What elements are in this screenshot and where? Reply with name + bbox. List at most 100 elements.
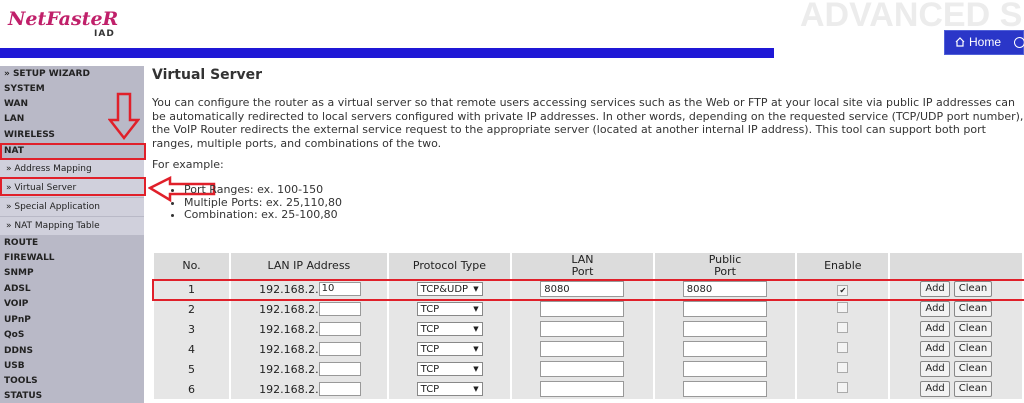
sidebar-item-upnp[interactable]: UPnP — [0, 315, 144, 325]
ip-prefix: 192.168.2. — [259, 382, 319, 396]
sidebar-item-status[interactable]: STATUS — [0, 391, 144, 401]
col-public-port-header: Public Port — [653, 253, 798, 279]
sidebar-item-ddns[interactable]: DDNS — [0, 346, 144, 356]
sidebar-item-usb[interactable]: USB — [0, 361, 144, 371]
col-no-header: No. — [154, 253, 232, 279]
protocol-select[interactable]: TCP ▼ — [416, 322, 483, 337]
protocol-select[interactable]: TCP ▼ — [416, 302, 483, 317]
logo: NetFasteR IAD — [8, 6, 148, 40]
lan-port-input[interactable] — [540, 381, 625, 397]
sidebar-item-route[interactable]: ROUTE — [0, 238, 144, 248]
sidebar-item-tools[interactable]: TOOLS — [0, 376, 144, 386]
enable-checkbox[interactable] — [837, 322, 849, 333]
sidebar-item-adsl[interactable]: ADSL — [0, 284, 144, 294]
ip-suffix-input[interactable] — [318, 382, 361, 396]
sidebar-item-voip[interactable]: VOIP — [0, 299, 144, 309]
dropdown-arrow-icon: ▼ — [473, 305, 479, 314]
table-header-row: No. LAN IP Address Protocol Type LAN Port… — [154, 253, 1024, 279]
row-number: 2 — [154, 299, 232, 319]
enable-checkbox[interactable] — [837, 342, 849, 353]
row-number: 3 — [154, 319, 232, 339]
public-port-input[interactable] — [682, 381, 767, 397]
protocol-select-value: TCP — [420, 363, 440, 375]
sidebar-item-nat-mapping-table[interactable]: » NAT Mapping Table — [0, 217, 144, 235]
public-port-input[interactable] — [682, 341, 767, 357]
table-row: 5 192.168.2. TCP ▼ Add Clean — [154, 359, 1024, 379]
protocol-select[interactable]: TCP ▼ — [416, 342, 483, 357]
row-1-highlight-box — [152, 279, 1024, 301]
logo-main-text: NetFasteR — [8, 8, 119, 30]
header: NetFasteR IAD ADVANCED SE Home — [0, 0, 1024, 60]
dropdown-arrow-icon: ▼ — [473, 365, 479, 374]
virtual-server-highlight-box — [0, 177, 146, 196]
add-button[interactable]: Add — [920, 381, 950, 397]
lan-port-input[interactable] — [540, 361, 625, 377]
sidebar-item-special-application[interactable]: » Special Application — [0, 198, 144, 216]
table-row: 3 192.168.2. TCP ▼ Add Clean — [154, 319, 1024, 339]
col-ip-header: LAN IP Address — [230, 253, 389, 279]
public-port-input[interactable] — [682, 321, 767, 337]
sidebar-item-qos[interactable]: QoS — [0, 330, 144, 340]
row-number: 5 — [154, 359, 232, 379]
lan-port-input[interactable] — [540, 341, 625, 357]
home-label: Home — [969, 35, 1002, 49]
logo-sub-text: IAD — [94, 29, 115, 39]
table-row: 4 192.168.2. TCP ▼ Add Clean — [154, 339, 1024, 359]
public-port-input[interactable] — [682, 301, 767, 317]
ip-suffix-input[interactable] — [318, 342, 361, 356]
gear-icon[interactable] — [1014, 37, 1024, 48]
dropdown-arrow-icon: ▼ — [473, 385, 479, 394]
clean-button[interactable]: Clean — [953, 301, 993, 317]
ip-suffix-input[interactable] — [318, 362, 361, 376]
page-description: You can configure the router as a virtua… — [152, 96, 1024, 150]
dropdown-arrow-icon: ▼ — [473, 325, 479, 334]
public-port-input[interactable] — [682, 361, 767, 377]
sidebar-item-setup-wizard[interactable]: » SETUP WIZARD — [0, 69, 144, 79]
lan-port-input[interactable] — [540, 301, 625, 317]
col-enable-header: Enable — [796, 253, 891, 279]
down-arrow-icon — [108, 92, 140, 141]
sidebar-item-firewall[interactable]: FIREWALL — [0, 253, 144, 263]
col-protocol-header: Protocol Type — [387, 253, 513, 279]
enable-checkbox[interactable] — [837, 302, 849, 313]
dropdown-arrow-icon: ▼ — [473, 345, 479, 354]
enable-checkbox[interactable] — [837, 362, 849, 373]
lan-port-header-line2: Port — [571, 265, 594, 278]
col-actions-header — [889, 253, 1024, 279]
nat-highlight-box — [0, 143, 146, 160]
home-icon — [955, 37, 965, 47]
page-title: Virtual Server — [152, 67, 263, 83]
protocol-select-value: TCP — [420, 343, 440, 355]
protocol-select[interactable]: TCP ▼ — [416, 382, 483, 397]
home-tab[interactable]: Home — [944, 30, 1024, 55]
list-item: Combination: ex. 25-100,80 — [184, 208, 342, 222]
ip-suffix-input[interactable] — [318, 302, 361, 316]
add-button[interactable]: Add — [920, 341, 950, 357]
protocol-select-value: TCP — [420, 303, 440, 315]
example-label: For example: — [152, 158, 224, 171]
lan-port-input[interactable] — [540, 321, 625, 337]
table-row: 6 192.168.2. TCP ▼ Add Clean — [154, 379, 1024, 399]
list-item: Port Ranges: ex. 100-150 — [184, 183, 342, 197]
add-button[interactable]: Add — [920, 321, 950, 337]
enable-checkbox[interactable] — [837, 382, 849, 393]
clean-button[interactable]: Clean — [953, 341, 993, 357]
add-button[interactable]: Add — [920, 361, 950, 377]
row-number: 6 — [154, 379, 232, 399]
sidebar-item-snmp[interactable]: SNMP — [0, 268, 144, 278]
protocol-select[interactable]: TCP ▼ — [416, 362, 483, 377]
public-port-header-line2: Port — [714, 265, 736, 278]
clean-button[interactable]: Clean — [953, 381, 993, 397]
add-button[interactable]: Add — [920, 301, 950, 317]
ip-prefix: 192.168.2. — [259, 342, 319, 356]
table-row: 2 192.168.2. TCP ▼ Add Clean — [154, 299, 1024, 319]
ip-prefix: 192.168.2. — [259, 302, 319, 316]
sidebar-item-address-mapping[interactable]: » Address Mapping — [0, 160, 144, 178]
clean-button[interactable]: Clean — [953, 361, 993, 377]
protocol-select-value: TCP — [420, 323, 440, 335]
clean-button[interactable]: Clean — [953, 321, 993, 337]
ip-suffix-input[interactable] — [318, 322, 361, 336]
header-accent-bar — [0, 48, 774, 58]
col-lan-port-header: LAN Port — [511, 253, 655, 279]
virtual-server-table: No. LAN IP Address Protocol Type LAN Port… — [154, 253, 1024, 399]
